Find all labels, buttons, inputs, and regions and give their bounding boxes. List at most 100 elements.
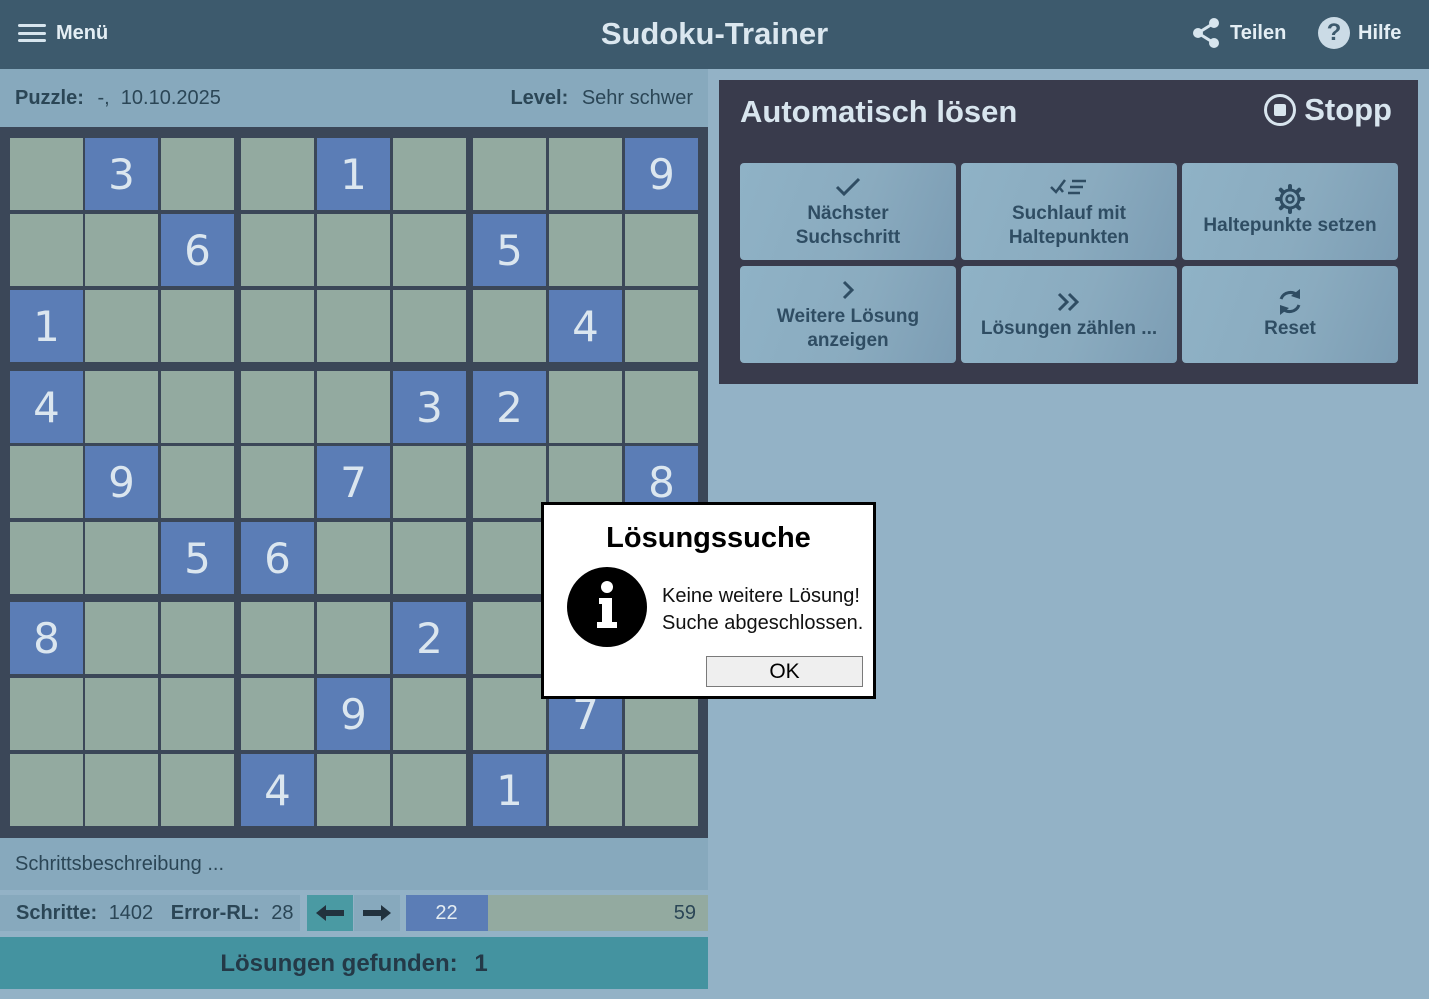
sudoku-cell[interactable] [625, 754, 698, 826]
sudoku-cell[interactable] [625, 290, 698, 362]
sudoku-cell[interactable] [85, 290, 158, 362]
sudoku-cell[interactable] [10, 678, 83, 750]
top-header: Menü Sudoku-Trainer Teilen ? Hilfe [0, 0, 1429, 69]
sudoku-cell[interactable] [549, 754, 622, 826]
sudoku-cell[interactable] [85, 754, 158, 826]
sudoku-cell[interactable] [10, 214, 83, 286]
checklist-icon [1050, 174, 1088, 200]
sudoku-cell[interactable] [473, 290, 546, 362]
sudoku-cell[interactable] [473, 446, 546, 518]
sudoku-cell[interactable] [161, 602, 234, 674]
sudoku-cell[interactable] [241, 371, 314, 443]
sudoku-cell[interactable] [241, 138, 314, 210]
sudoku-cell[interactable] [317, 754, 390, 826]
sudoku-cell[interactable] [549, 138, 622, 210]
sudoku-cell[interactable] [473, 522, 546, 594]
sudoku-cell[interactable] [10, 754, 83, 826]
reset-button[interactable]: Reset [1182, 266, 1398, 363]
search-with-breakpoints-button[interactable]: Suchlauf mit Haltepunkten [961, 163, 1177, 260]
sudoku-cell[interactable]: 4 [10, 371, 83, 443]
sudoku-cell[interactable]: 1 [10, 290, 83, 362]
sudoku-cell[interactable]: 2 [473, 371, 546, 443]
dialog-message: Keine weitere Lösung! Suche abgeschlosse… [662, 583, 863, 637]
sudoku-cell[interactable] [393, 522, 466, 594]
previous-step-button[interactable] [307, 895, 353, 931]
sudoku-cell[interactable] [85, 214, 158, 286]
button-label-line2: Haltepunkten [1008, 226, 1130, 248]
sudoku-cell[interactable] [241, 290, 314, 362]
sudoku-cell[interactable]: 4 [241, 754, 314, 826]
sudoku-cell[interactable] [393, 678, 466, 750]
sudoku-cell[interactable]: 2 [393, 602, 466, 674]
sudoku-cell[interactable]: 6 [241, 522, 314, 594]
sudoku-cell[interactable]: 9 [317, 678, 390, 750]
sudoku-cell[interactable]: 7 [317, 446, 390, 518]
count-solutions-button[interactable]: Lösungen zählen ... [961, 266, 1177, 363]
sudoku-cell[interactable] [473, 678, 546, 750]
sudoku-cell[interactable] [625, 371, 698, 443]
sudoku-cell[interactable] [393, 214, 466, 286]
next-search-step-button[interactable]: Nächster Suchschritt [740, 163, 956, 260]
sudoku-cell[interactable] [317, 214, 390, 286]
sudoku-cell[interactable] [161, 446, 234, 518]
dialog-message-line2: Suche abgeschlossen. [662, 612, 864, 634]
arrow-right-icon [363, 905, 391, 921]
sudoku-cell[interactable]: 6 [161, 214, 234, 286]
level-info: Level: Sehr schwer [510, 87, 693, 110]
sudoku-cell[interactable] [549, 371, 622, 443]
sudoku-cell[interactable] [161, 678, 234, 750]
sudoku-cell[interactable] [549, 214, 622, 286]
show-next-solution-button[interactable]: Weitere Lösung anzeigen [740, 266, 956, 363]
sudoku-cell[interactable]: 4 [549, 290, 622, 362]
share-button[interactable]: Teilen [1190, 16, 1286, 50]
steps-label: Schritte: [16, 902, 98, 924]
solutions-found-bar: Lösungen gefunden: 1 [0, 937, 708, 989]
sudoku-cell[interactable] [241, 214, 314, 286]
sudoku-cell[interactable]: 1 [317, 138, 390, 210]
sudoku-cell[interactable] [393, 290, 466, 362]
set-breakpoints-button[interactable]: Haltepunkte setzen [1182, 163, 1398, 260]
sudoku-cell[interactable] [10, 446, 83, 518]
help-button[interactable]: ? Hilfe [1318, 16, 1401, 50]
sudoku-cell[interactable] [85, 522, 158, 594]
sudoku-cell[interactable]: 1 [473, 754, 546, 826]
sudoku-cell[interactable] [473, 602, 546, 674]
button-label-line1: Suchlauf mit [1011, 202, 1126, 224]
sudoku-cell[interactable]: 9 [625, 138, 698, 210]
sudoku-cell[interactable] [625, 214, 698, 286]
ok-button[interactable]: OK [706, 656, 863, 687]
next-step-button[interactable] [354, 895, 400, 931]
help-label: Hilfe [1358, 21, 1402, 44]
sudoku-cell[interactable]: 3 [85, 138, 158, 210]
sudoku-cell[interactable]: 8 [10, 602, 83, 674]
sudoku-cell[interactable] [241, 446, 314, 518]
sudoku-cell[interactable] [473, 138, 546, 210]
sudoku-cell[interactable] [10, 522, 83, 594]
stop-button[interactable]: Stopp [1264, 92, 1392, 128]
sudoku-cell[interactable] [161, 138, 234, 210]
sudoku-cell[interactable] [85, 678, 158, 750]
sudoku-cell[interactable] [393, 138, 466, 210]
sudoku-cell[interactable] [161, 754, 234, 826]
sudoku-cell[interactable] [317, 290, 390, 362]
sudoku-cell[interactable] [161, 371, 234, 443]
sudoku-cell[interactable]: 3 [393, 371, 466, 443]
sudoku-cell[interactable] [317, 602, 390, 674]
step-progress-bar[interactable]: 22 59 [406, 895, 708, 931]
sudoku-cell[interactable] [317, 371, 390, 443]
sudoku-cell[interactable]: 5 [473, 214, 546, 286]
sudoku-cell[interactable]: 5 [161, 522, 234, 594]
sudoku-cell[interactable] [393, 446, 466, 518]
sudoku-cell[interactable] [317, 522, 390, 594]
error-label: Error-RL: [170, 902, 260, 924]
sudoku-cell[interactable] [393, 754, 466, 826]
button-label-line1: Haltepunkte setzen [1203, 214, 1377, 236]
sudoku-cell[interactable] [85, 602, 158, 674]
sudoku-cell[interactable] [161, 290, 234, 362]
sudoku-cell[interactable] [241, 678, 314, 750]
level-label: Level: [510, 87, 569, 109]
sudoku-cell[interactable]: 9 [85, 446, 158, 518]
sudoku-cell[interactable] [241, 602, 314, 674]
sudoku-cell[interactable] [10, 138, 83, 210]
sudoku-cell[interactable] [85, 371, 158, 443]
